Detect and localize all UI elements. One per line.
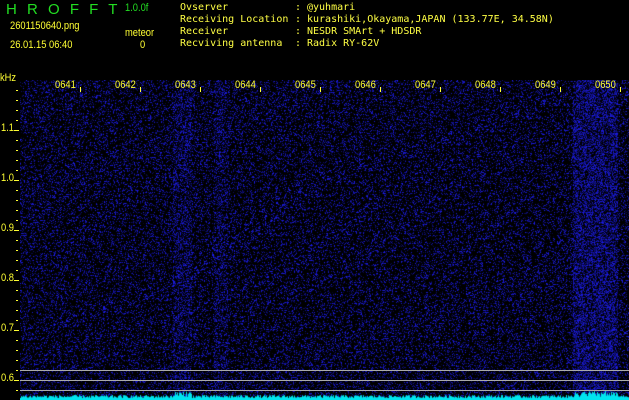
version: 1.0.0f: [125, 2, 149, 14]
x-tick-label: 0642: [115, 79, 136, 91]
y-minor-tick: [16, 100, 18, 101]
info-sep: :: [295, 14, 302, 25]
x-tick-label: 0648: [475, 79, 496, 91]
y-minor-tick: [16, 290, 18, 291]
app-title: H R O F F T: [6, 1, 121, 18]
meteor-label: meteor: [125, 27, 155, 39]
y-axis-unit: kHz: [0, 72, 17, 84]
y-minor-tick: [16, 240, 18, 241]
y-minor-tick: [16, 170, 18, 171]
y-minor-tick: [16, 320, 18, 321]
info-sep: :: [295, 26, 302, 37]
x-tick-label: 0644: [235, 79, 256, 91]
x-tick: [620, 87, 621, 92]
y-minor-tick: [16, 260, 18, 261]
x-tick-label: 0645: [295, 79, 316, 91]
y-tick: [14, 230, 19, 231]
y-minor-tick: [16, 110, 18, 111]
y-minor-tick: [16, 140, 18, 141]
y-tick-label: 0.9: [1, 222, 15, 234]
y-minor-tick: [16, 120, 18, 121]
info-value: @yuhmari: [307, 2, 356, 13]
y-tick: [14, 380, 19, 381]
y-minor-tick: [16, 310, 18, 311]
x-tick: [200, 87, 201, 92]
y-minor-tick: [16, 200, 18, 201]
x-tick-label: 0641: [55, 79, 76, 91]
info-value: Radix RY-62V: [307, 38, 380, 49]
y-minor-tick: [16, 250, 18, 251]
x-tick-label: 0646: [355, 79, 376, 91]
info-value: NESDR SMArt + HDSDR: [307, 26, 422, 37]
x-tick-label: 0647: [415, 79, 436, 91]
y-tick: [14, 280, 19, 281]
x-tick-label: 0649: [535, 79, 556, 91]
y-tick: [14, 130, 19, 131]
y-tick-label: 0.6: [1, 372, 15, 384]
info-label: Ovserver: [180, 2, 229, 13]
x-tick: [80, 87, 81, 92]
y-minor-tick: [16, 220, 18, 221]
info-label: Recviving antenna: [180, 38, 283, 49]
y-minor-tick: [16, 160, 18, 161]
x-tick: [380, 87, 381, 92]
y-tick: [14, 330, 19, 331]
y-tick-label: 1.1: [1, 122, 15, 134]
meteor-count: 0: [140, 39, 146, 51]
x-tick-label: 0650: [595, 79, 616, 91]
y-minor-tick: [16, 190, 18, 191]
info-sep: :: [295, 2, 302, 13]
x-tick: [320, 87, 321, 92]
reference-line: [20, 390, 629, 391]
x-tick-label: 0643: [175, 79, 196, 91]
y-minor-tick: [16, 350, 18, 351]
y-minor-tick: [16, 300, 18, 301]
y-tick-label: 0.8: [1, 272, 15, 284]
y-tick-label: 1.0: [1, 172, 15, 184]
info-value: kurashiki,Okayama,JAPAN (133.77E, 34.58N…: [307, 14, 554, 25]
y-tick: [14, 180, 19, 181]
info-label: Receiver: [180, 26, 229, 37]
y-minor-tick: [16, 390, 18, 391]
y-minor-tick: [16, 340, 18, 341]
info-sep: :: [295, 38, 302, 49]
datetime: 26.01.15 06:40: [10, 39, 73, 51]
x-tick: [560, 87, 561, 92]
reference-line: [20, 380, 629, 381]
y-minor-tick: [16, 150, 18, 151]
x-tick: [440, 87, 441, 92]
waterfall-spectrogram: [20, 80, 629, 400]
y-minor-tick: [16, 270, 18, 271]
y-minor-tick: [16, 360, 18, 361]
y-minor-tick: [16, 90, 18, 91]
y-minor-tick: [16, 370, 18, 371]
x-tick: [260, 87, 261, 92]
filename: 2601150640.png: [10, 20, 80, 32]
info-label: Receiving Location: [180, 14, 289, 25]
y-tick-label: 0.7: [1, 322, 15, 334]
x-tick: [140, 87, 141, 92]
reference-line: [20, 370, 629, 371]
x-tick: [500, 87, 501, 92]
y-minor-tick: [16, 210, 18, 211]
